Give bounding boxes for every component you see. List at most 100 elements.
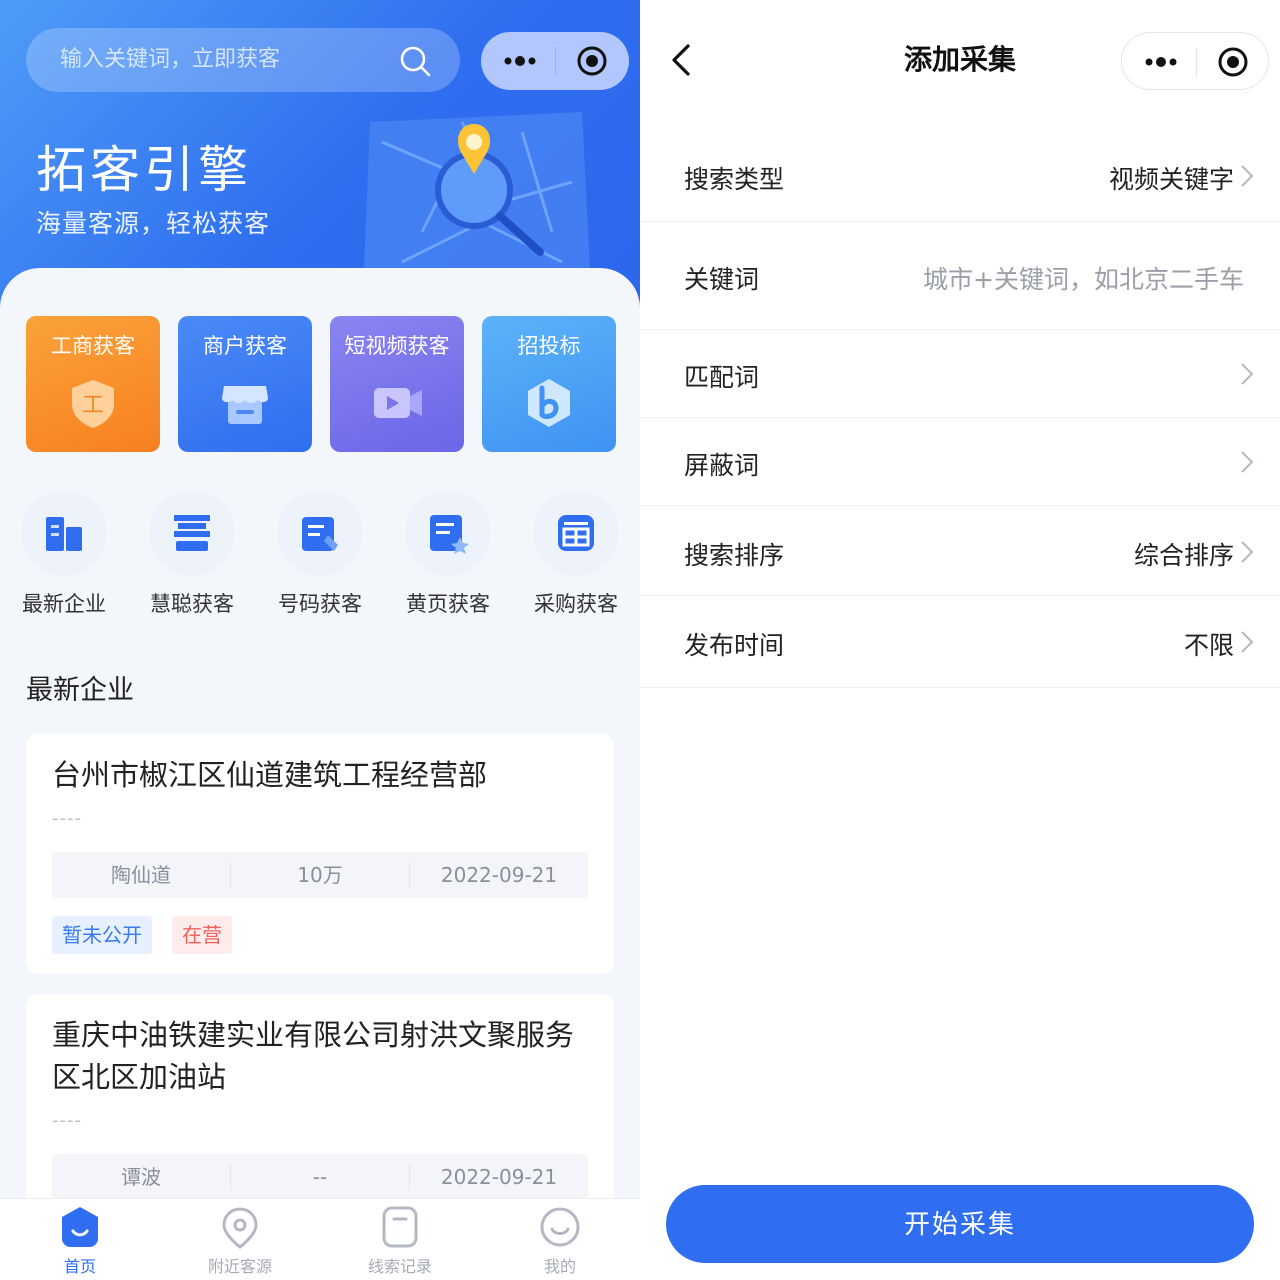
menu-label: 采购获客 <box>534 592 618 616</box>
status-badge: 暂未公开 <box>52 916 152 954</box>
phone-book-icon <box>302 517 338 551</box>
tab-label: 附近客源 <box>207 1257 272 1276</box>
right-screen: 添加采集 搜索类型 视频关键字 关键词 城市+关键词，如北京二手车 匹配词 屏蔽… <box>640 0 1280 1280</box>
company-name: 台州市椒江区仙道建筑工程经营部 <box>52 758 488 792</box>
map-magnifier-illustration <box>364 112 590 270</box>
tab-label: 我的 <box>543 1257 576 1276</box>
company-card[interactable]: 台州市椒江区仙道建筑工程经营部 ---- 陶仙道 10万 2022-09-21 … <box>26 734 614 974</box>
row-label: 关键词 <box>684 265 760 294</box>
company-name: 重庆中油铁建实业有限公司射洪文聚服务区北区加油站 <box>52 1018 575 1094</box>
hui-icon <box>174 515 210 551</box>
registered-capital: 10万 <box>297 863 343 887</box>
chevron-right-icon <box>1241 631 1254 653</box>
tab-label: 线索记录 <box>367 1257 432 1276</box>
home-icon <box>62 1207 98 1247</box>
menu-icon-bg <box>533 490 619 576</box>
menu-yellow-page-leads[interactable]: 黄页获客 <box>398 490 498 618</box>
legal-person: 谭波 <box>121 1165 161 1189</box>
row-label: 搜索排序 <box>684 541 785 570</box>
yellow-page-icon <box>430 515 469 554</box>
section-title: 最新企业 <box>26 675 134 706</box>
tab-home[interactable]: 首页 <box>0 1199 160 1280</box>
svg-text:工: 工 <box>82 393 104 418</box>
more-icon[interactable] <box>503 48 537 74</box>
bottom-tab-bar: 首页 附近客源 线索记录 我的 <box>0 1198 640 1280</box>
chevron-right-icon <box>1241 451 1254 473</box>
menu-icon-bg <box>277 490 363 576</box>
menu-huicong-leads[interactable]: 慧聪获客 <box>142 490 242 618</box>
row-label: 匹配词 <box>684 363 760 392</box>
keyword-input[interactable]: 城市+关键词，如北京二手车 <box>923 260 1244 296</box>
register-date: 2022-09-21 <box>440 1165 558 1189</box>
profile-icon <box>540 1207 580 1247</box>
row-search-type[interactable]: 搜索类型 视频关键字 <box>640 130 1280 222</box>
row-value: 不限 <box>1183 631 1234 660</box>
menu-latest-companies[interactable]: 最新企业 <box>14 490 114 618</box>
menu-icon-bg <box>405 490 491 576</box>
row-label: 搜索类型 <box>684 165 785 194</box>
menu-label: 黄页获客 <box>406 592 490 616</box>
store-icon <box>222 386 268 424</box>
tile-label: 招投标 <box>517 334 581 358</box>
video-icon <box>374 388 422 418</box>
row-value: 综合排序 <box>1133 541 1234 570</box>
tile-label: 短视频获客 <box>344 334 450 358</box>
row-label: 发布时间 <box>684 631 785 660</box>
status-badge: 在营 <box>172 916 232 954</box>
row-block-words[interactable]: 屏蔽词 <box>640 418 1280 506</box>
miniapp-capsule <box>1121 32 1269 90</box>
tab-label: 首页 <box>63 1257 96 1276</box>
capsule-divider <box>1196 48 1197 76</box>
start-collect-button[interactable]: 开始采集 <box>666 1185 1254 1263</box>
hero-subtitle: 海量客源，轻松获客 <box>36 209 271 238</box>
left-screen: 输入关键词，立即获客 拓客引擎 海量客源，轻松获客 工商获客 工 商户获客 短视… <box>0 0 640 1280</box>
tab-profile[interactable]: 我的 <box>480 1199 640 1280</box>
search-input[interactable]: 输入关键词，立即获客 <box>26 28 460 92</box>
registered-capital: -- <box>312 1165 328 1189</box>
chevron-right-icon <box>1241 165 1254 187</box>
tile-short-video-leads[interactable]: 短视频获客 <box>330 316 464 452</box>
purchase-icon <box>558 515 594 551</box>
tile-label: 工商获客 <box>51 334 135 358</box>
menu-phone-leads[interactable]: 号码获客 <box>270 490 370 618</box>
shield-icon: 工 <box>72 380 114 428</box>
row-match-words[interactable]: 匹配词 <box>640 330 1280 418</box>
menu-label: 号码获客 <box>278 592 362 616</box>
legal-person: 陶仙道 <box>111 863 171 887</box>
tile-bidding[interactable]: 招投标 <box>482 316 616 452</box>
chevron-right-icon <box>1241 363 1254 385</box>
tab-nearby[interactable]: 附近客源 <box>160 1199 320 1280</box>
menu-purchase-leads[interactable]: 采购获客 <box>526 490 626 618</box>
capsule-divider <box>555 47 556 75</box>
menu-icon-bg <box>149 490 235 576</box>
chevron-right-icon <box>1241 541 1254 563</box>
home-content: 工商获客 工 商户获客 短视频获客 招投标 最新企业 慧聪获客 号码获客 黄页获… <box>0 268 640 1280</box>
close-miniapp-icon[interactable] <box>1216 45 1250 79</box>
building-icon <box>46 517 82 551</box>
tile-business-leads[interactable]: 工商获客 工 <box>26 316 160 452</box>
tile-merchant-leads[interactable]: 商户获客 <box>178 316 312 452</box>
register-date: 2022-09-21 <box>440 863 558 887</box>
row-sort[interactable]: 搜索排序 综合排序 <box>640 506 1280 596</box>
row-label: 屏蔽词 <box>684 451 760 480</box>
location-icon <box>222 1207 258 1249</box>
bid-logo-icon <box>528 379 570 427</box>
miniapp-capsule <box>481 32 629 90</box>
menu-label: 慧聪获客 <box>150 592 234 616</box>
hero-title: 拓客引擎 <box>36 141 252 199</box>
company-dash: ---- <box>52 1110 82 1131</box>
search-placeholder: 输入关键词，立即获客 <box>60 47 281 72</box>
menu-label: 最新企业 <box>22 592 106 616</box>
close-miniapp-icon[interactable] <box>575 44 609 78</box>
record-icon <box>382 1206 418 1248</box>
row-publish-time[interactable]: 发布时间 不限 <box>640 596 1280 688</box>
tile-label: 商户获客 <box>203 334 287 358</box>
row-value: 视频关键字 <box>1108 165 1234 194</box>
company-info-bar: 陶仙道 10万 2022-09-21 <box>52 852 588 898</box>
search-icon[interactable] <box>398 44 432 78</box>
company-dash: ---- <box>52 808 82 829</box>
row-keyword: 关键词 城市+关键词，如北京二手车 <box>640 222 1280 330</box>
more-icon[interactable] <box>1144 49 1178 75</box>
menu-icon-bg <box>21 490 107 576</box>
tab-records[interactable]: 线索记录 <box>320 1199 480 1280</box>
